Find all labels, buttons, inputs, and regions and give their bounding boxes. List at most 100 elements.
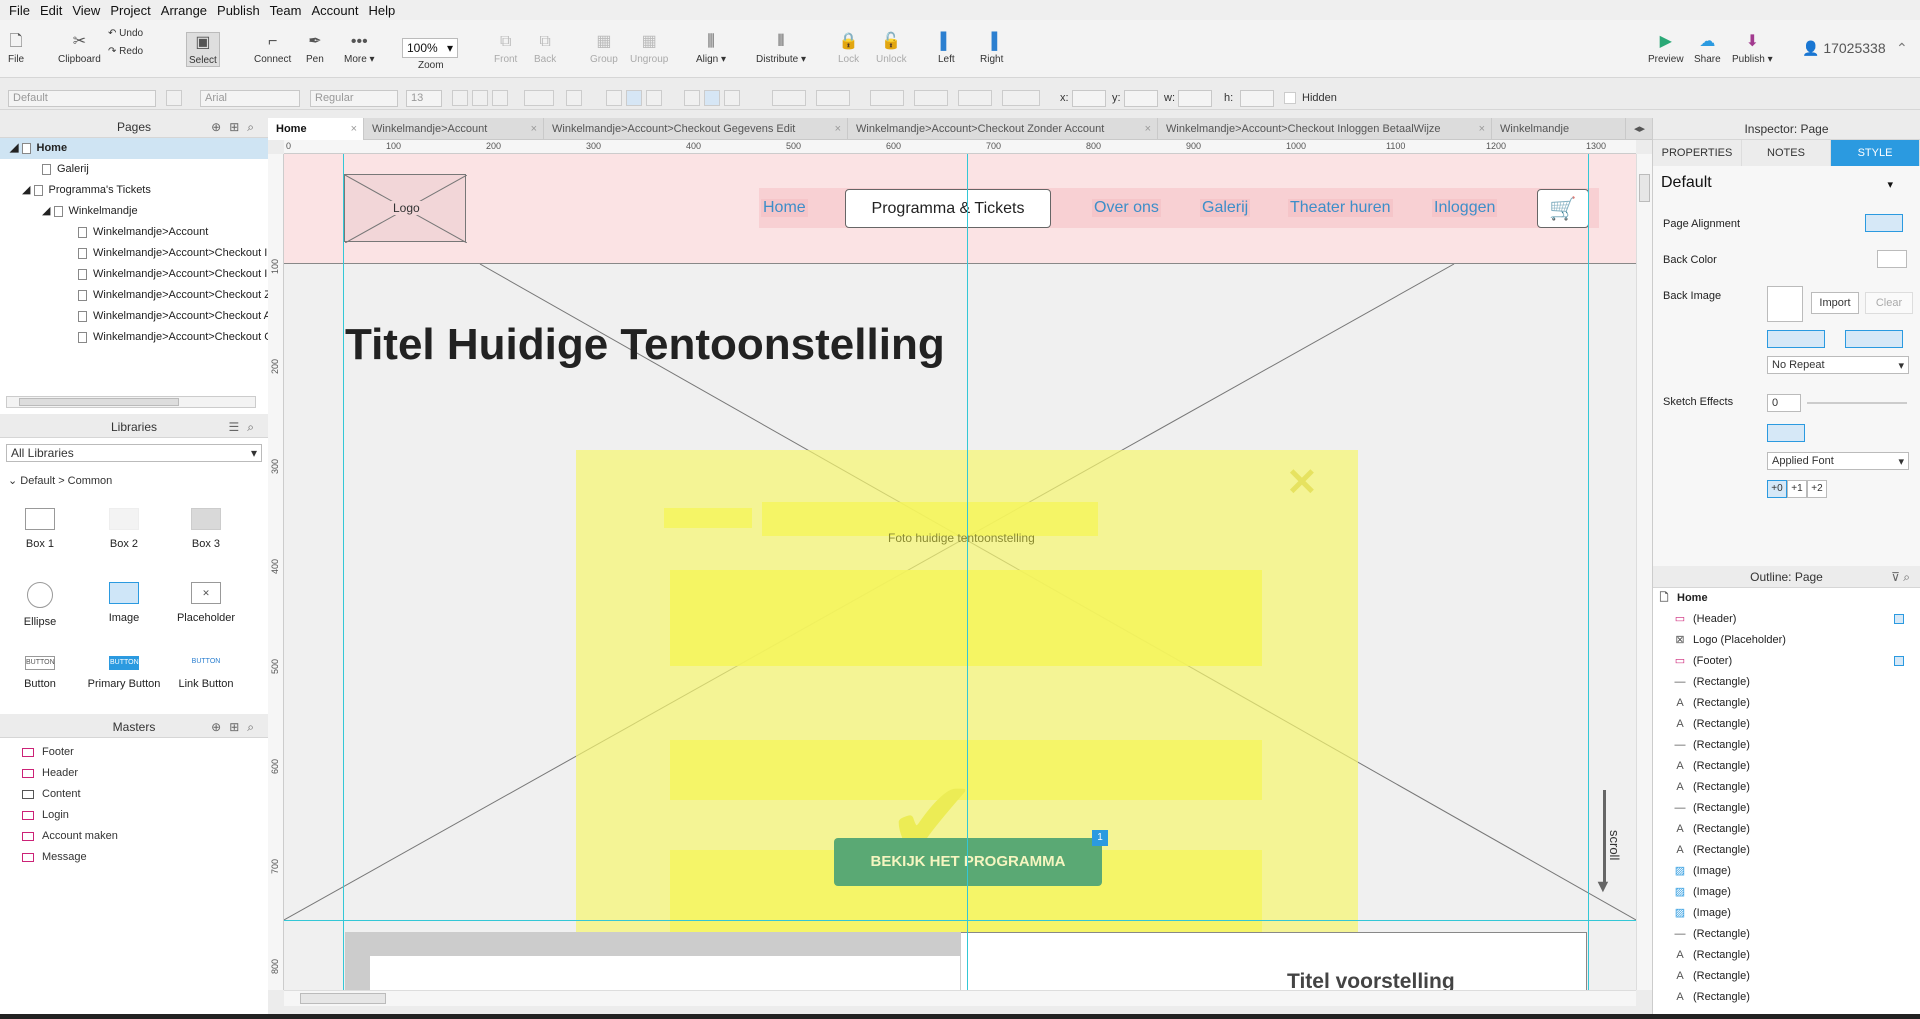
zoom-select[interactable]: 100% ▾: [402, 38, 458, 58]
show-title[interactable]: Titel voorstelling: [1287, 970, 1455, 990]
pen-tool[interactable]: ✒ Pen: [306, 32, 324, 65]
image-align-group[interactable]: [1767, 330, 1825, 348]
logo-placeholder[interactable]: Logo: [344, 174, 467, 243]
pages-hscrollbar[interactable]: [6, 396, 256, 408]
clipboard-button[interactable]: ✂ Clipboard: [58, 32, 101, 65]
master-header[interactable]: Header: [0, 763, 268, 784]
page-item[interactable]: Winkelmandje>Account>Checkout In: [0, 243, 268, 264]
connect-tool[interactable]: ⌐ Connect: [254, 32, 291, 65]
scroll-thumb[interactable]: [1639, 174, 1650, 202]
page-item[interactable]: Winkelmandje>Account>Checkout Z: [0, 285, 268, 306]
back-color-picker[interactable]: [1877, 250, 1907, 268]
menu-file[interactable]: File: [9, 3, 30, 18]
outline-item[interactable]: ▨ (Image): [1653, 882, 1920, 903]
shadow-button[interactable]: [816, 90, 850, 106]
lib-link-button[interactable]: BUTTON Link Button: [166, 656, 246, 690]
font-select[interactable]: Applied Font ▾: [1767, 452, 1909, 470]
menu-help[interactable]: Help: [368, 3, 395, 18]
masters-tools[interactable]: ⊕⊞⌕: [211, 716, 262, 738]
width-field[interactable]: [1178, 90, 1212, 107]
align-center-button[interactable]: [626, 90, 642, 106]
master-footer[interactable]: Footer: [0, 742, 268, 763]
x-field[interactable]: [1072, 90, 1106, 107]
lib-primary-button[interactable]: BUTTON Primary Button: [84, 656, 164, 690]
cart-icon[interactable]: 🛒: [1537, 189, 1589, 228]
close-icon[interactable]: ×: [1479, 118, 1485, 140]
tab-checkout-inloggen[interactable]: Winkelmandje>Account>Checkout Inloggen B…: [1158, 118, 1492, 140]
repeat-select[interactable]: No Repeat ▾: [1767, 356, 1909, 374]
outline-item[interactable]: A (Rectangle): [1653, 840, 1920, 861]
line-width-1[interactable]: +1: [1787, 480, 1807, 498]
hidden-checkbox[interactable]: [1284, 92, 1296, 104]
line-color-button[interactable]: [870, 90, 904, 106]
tab-style[interactable]: STYLE: [1831, 140, 1920, 166]
canvas-hscrollbar[interactable]: [284, 990, 1636, 1006]
outline-item[interactable]: ⊠ Logo (Placeholder): [1653, 630, 1920, 651]
file-button[interactable]: 🗋 File: [8, 32, 24, 65]
unlock-button[interactable]: 🔓 Unlock: [876, 32, 907, 65]
outline-item[interactable]: — (Rectangle): [1653, 798, 1920, 819]
close-icon[interactable]: ×: [351, 118, 357, 140]
master-account-maken[interactable]: Account maken: [0, 826, 268, 847]
nav-inloggen[interactable]: Inloggen: [1432, 199, 1498, 217]
line-style-button[interactable]: [958, 90, 992, 106]
ungroup-button[interactable]: ▦ Ungroup: [630, 32, 668, 65]
menu-account[interactable]: Account: [311, 3, 358, 18]
page-item[interactable]: Winkelmandje>Account>Checkout A: [0, 306, 268, 327]
outline-item[interactable]: A (Rectangle): [1653, 987, 1920, 1008]
pages-tools[interactable]: ⊕⊞⌕: [211, 116, 262, 138]
outline-root[interactable]: 🗋 Home: [1653, 588, 1920, 609]
valign-top-button[interactable]: [684, 90, 700, 106]
weight-select[interactable]: Regular: [310, 90, 398, 107]
menu-edit[interactable]: Edit: [40, 3, 62, 18]
master-content[interactable]: Content: [0, 784, 268, 805]
lock-button[interactable]: 🔒 Lock: [838, 32, 859, 65]
outline-item[interactable]: — (Rectangle): [1653, 735, 1920, 756]
page-item-winkelmandje[interactable]: ◢ Winkelmandje: [0, 201, 268, 222]
redo-button[interactable]: ↷ Redo: [108, 46, 143, 57]
height-field[interactable]: [1240, 90, 1274, 107]
outline-item[interactable]: A (Rectangle): [1653, 819, 1920, 840]
lib-box3[interactable]: Box 3: [166, 508, 246, 550]
page-title[interactable]: Titel Huidige Tentoonstelling: [345, 320, 945, 370]
back-image-preview[interactable]: [1767, 286, 1803, 322]
font-select[interactable]: Arial: [200, 90, 300, 107]
lib-button[interactable]: BUTTON Button: [0, 656, 80, 690]
master-message[interactable]: Message: [0, 847, 268, 868]
preview-button[interactable]: ▶ Preview: [1648, 32, 1684, 65]
menu-team[interactable]: Team: [270, 3, 302, 18]
outline-item[interactable]: A (Rectangle): [1653, 777, 1920, 798]
arrow-style-button[interactable]: [1002, 90, 1040, 106]
libraries-tools[interactable]: ☰⌕: [229, 416, 262, 438]
lib-box2[interactable]: Box 2: [84, 508, 164, 550]
italic-button[interactable]: [472, 90, 488, 106]
group-button[interactable]: ▦ Group: [590, 32, 618, 65]
library-group[interactable]: ⌄ Default > Common: [8, 474, 112, 487]
tabs-scroll-icon[interactable]: ◂▸: [1626, 118, 1652, 140]
close-icon[interactable]: ✕: [1286, 460, 1318, 505]
tab-account[interactable]: Winkelmandje>Account ×: [364, 118, 544, 140]
valign-bottom-button[interactable]: [724, 90, 740, 106]
nav-programma-button[interactable]: Programma & Tickets: [845, 189, 1051, 228]
line-width-2[interactable]: +2: [1807, 480, 1827, 498]
lib-ellipse[interactable]: Ellipse: [0, 582, 80, 628]
page-item-galerij[interactable]: Galerij: [0, 159, 268, 180]
style-edit-icon[interactable]: [166, 90, 182, 106]
library-select[interactable]: All Libraries ▾: [6, 444, 262, 462]
page-align-toggle[interactable]: [1865, 214, 1903, 232]
tab-notes[interactable]: NOTES: [1742, 140, 1831, 166]
bold-button[interactable]: [452, 90, 468, 106]
nav-galerij[interactable]: Galerij: [1200, 199, 1251, 217]
clear-button[interactable]: Clear: [1865, 292, 1913, 314]
tab-home[interactable]: Home ×: [268, 118, 364, 140]
tab-checkout-gegevens[interactable]: Winkelmandje>Account>Checkout Gegevens E…: [544, 118, 848, 140]
page-item[interactable]: Winkelmandje>Account>Checkout In: [0, 264, 268, 285]
cta-button[interactable]: BEKIJK HET PROGRAMMA: [834, 838, 1102, 886]
right-button[interactable]: ▐ Right: [980, 32, 1003, 65]
select-tool[interactable]: ▣ Select: [186, 32, 220, 67]
tab-winkelmandje[interactable]: Winkelmandje: [1492, 118, 1626, 140]
close-icon[interactable]: ×: [531, 118, 537, 140]
menu-view[interactable]: View: [72, 3, 100, 18]
import-button[interactable]: Import: [1811, 292, 1859, 314]
outline-item[interactable]: — (Rectangle): [1653, 924, 1920, 945]
